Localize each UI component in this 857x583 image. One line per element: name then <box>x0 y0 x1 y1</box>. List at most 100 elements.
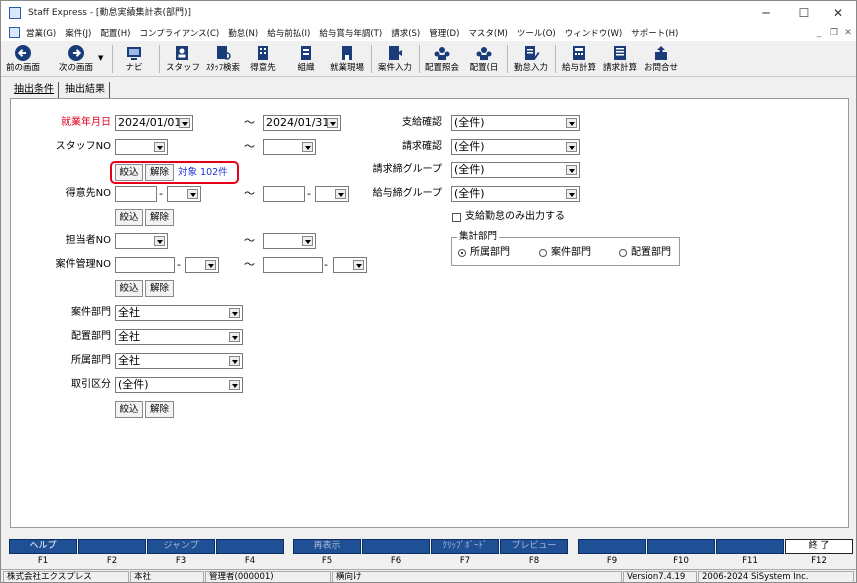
case-mgmt-no-from-sub-select[interactable] <box>185 257 219 273</box>
calendar-dropdown-icon[interactable] <box>327 118 338 128</box>
agg-case-radio[interactable] <box>539 249 547 257</box>
menu-advance-pay[interactable]: 給与前払(I) <box>267 27 310 39</box>
f1-help-button[interactable]: ヘルプ <box>9 539 77 554</box>
only-paid-checkbox[interactable] <box>452 213 461 222</box>
client-clear-button[interactable]: 解除 <box>145 209 174 226</box>
dropdown-icon[interactable] <box>566 142 577 152</box>
payroll-calc-button[interactable]: 給与計算 <box>559 43 599 76</box>
case-mgmt-no-to-input[interactable] <box>263 257 323 273</box>
f10-button[interactable] <box>647 539 715 554</box>
calendar-dropdown-icon[interactable] <box>179 118 190 128</box>
maximize-button[interactable]: ☐ <box>787 1 821 25</box>
case-mgmt-no-from-input[interactable] <box>115 257 175 273</box>
next-dropdown-icon[interactable]: ▼ <box>98 54 103 62</box>
dropdown-icon[interactable] <box>566 165 577 175</box>
staff-no-from-select[interactable] <box>115 139 168 155</box>
dropdown-icon[interactable] <box>229 332 240 342</box>
attendance-input-button[interactable]: 勤怠入力 <box>511 43 551 76</box>
f12-exit-button[interactable]: 終 了 <box>785 539 853 554</box>
menu-assign[interactable]: 配置(H) <box>100 27 130 39</box>
f3-jump-button[interactable]: ジャンプ <box>147 539 215 554</box>
minimize-button[interactable]: ─ <box>749 1 783 25</box>
agg-belong-radio[interactable] <box>458 249 466 257</box>
work-site-button[interactable]: 就業現場 <box>327 43 367 76</box>
staff-clear-button[interactable]: 解除 <box>145 164 174 181</box>
f7-clipboard-button[interactable]: ｸﾘｯﾌﾟﾎﾞｰﾄﾞ <box>431 539 499 554</box>
date-to-input[interactable]: 2024/01/31 <box>263 115 341 131</box>
menu-admin[interactable]: 管理(D) <box>429 27 459 39</box>
f4-button[interactable] <box>216 539 284 554</box>
case-input-button[interactable]: 案件入力 <box>375 43 415 76</box>
menu-window[interactable]: ウィンドウ(W) <box>565 27 623 39</box>
date-from-input[interactable]: 2024/01/01 <box>115 115 193 131</box>
client-no-from-sub-select[interactable] <box>167 186 201 202</box>
document-icon[interactable] <box>9 27 20 38</box>
menu-case[interactable]: 案件(J) <box>65 27 91 39</box>
f8-preview-button[interactable]: プレビュー <box>500 539 568 554</box>
menu-compliance[interactable]: コンプライアンス(C) <box>139 27 219 39</box>
menu-support[interactable]: サポート(H) <box>631 27 678 39</box>
trade-filter-button[interactable]: 絞込 <box>115 401 143 418</box>
dropdown-icon[interactable] <box>154 236 165 246</box>
staff-filter-button[interactable]: 絞込 <box>115 164 143 181</box>
staff-button[interactable]: スタッフ <box>166 43 200 76</box>
tab-results[interactable]: 抽出結果 <box>61 82 110 98</box>
dropdown-icon[interactable] <box>353 260 364 270</box>
pay-group-select[interactable]: (全件) <box>451 186 580 202</box>
manager-no-from-select[interactable] <box>115 233 168 249</box>
assign-day-button[interactable]: 配置(日 <box>466 43 502 76</box>
trade-clear-button[interactable]: 解除 <box>145 401 174 418</box>
assign-dept-select[interactable]: 全社 <box>115 329 243 345</box>
assign-ref-button[interactable]: 配置照会 <box>422 43 462 76</box>
dropdown-icon[interactable] <box>302 142 313 152</box>
dropdown-icon[interactable] <box>302 236 313 246</box>
menu-attendance[interactable]: 勤怠(N) <box>228 27 258 39</box>
tab-conditions[interactable]: 抽出条件 <box>10 82 59 98</box>
f5-refresh-button[interactable]: 再表示 <box>293 539 361 554</box>
dropdown-icon[interactable] <box>566 118 577 128</box>
dropdown-icon[interactable] <box>187 189 198 199</box>
dropdown-icon[interactable] <box>566 189 577 199</box>
client-no-to-input[interactable] <box>263 186 305 202</box>
menu-payroll[interactable]: 給与賞与年調(T) <box>319 27 382 39</box>
staff-search-button[interactable]: ｽﾀｯﾌ検索 <box>203 43 243 76</box>
f6-button[interactable] <box>362 539 430 554</box>
navi-button[interactable]: ナビ <box>121 43 147 76</box>
prev-screen-button[interactable]: 前の画面 <box>3 43 43 76</box>
menu-tools[interactable]: ツール(O) <box>517 27 556 39</box>
case-dept-select[interactable]: 全社 <box>115 305 243 321</box>
dropdown-icon[interactable] <box>229 308 240 318</box>
close-button[interactable]: ✕ <box>821 1 855 25</box>
case-filter-button[interactable]: 絞込 <box>115 280 143 297</box>
dropdown-icon[interactable] <box>229 380 240 390</box>
inquiry-button[interactable]: お問合せ <box>643 43 679 76</box>
mdi-close-icon[interactable]: ✕ <box>842 27 854 39</box>
f11-button[interactable] <box>716 539 784 554</box>
dropdown-icon[interactable] <box>229 356 240 366</box>
trade-type-select[interactable]: (全件) <box>115 377 243 393</box>
mdi-minimize-icon[interactable]: _ <box>813 27 825 39</box>
org-button[interactable]: 組織 <box>293 43 319 76</box>
bill-group-select[interactable]: (全件) <box>451 162 580 178</box>
billing-calc-button[interactable]: 請求計算 <box>600 43 640 76</box>
staff-no-to-select[interactable] <box>263 139 316 155</box>
dropdown-icon[interactable] <box>154 142 165 152</box>
dropdown-icon[interactable] <box>205 260 216 270</box>
pay-confirm-select[interactable]: (全件) <box>451 115 580 131</box>
client-no-from-input[interactable] <box>115 186 157 202</box>
client-button[interactable]: 得意先 <box>248 43 278 76</box>
mdi-restore-icon[interactable]: ❐ <box>828 27 840 39</box>
bill-confirm-select[interactable]: (全件) <box>451 139 580 155</box>
menu-sales[interactable]: 営業(G) <box>26 27 56 39</box>
menu-billing[interactable]: 請求(S) <box>391 27 420 39</box>
agg-assign-radio[interactable] <box>619 249 627 257</box>
case-clear-button[interactable]: 解除 <box>145 280 174 297</box>
case-mgmt-no-to-sub-select[interactable] <box>333 257 367 273</box>
f9-button[interactable] <box>578 539 646 554</box>
client-filter-button[interactable]: 絞込 <box>115 209 143 226</box>
next-screen-button[interactable]: 次の画面 <box>55 43 97 76</box>
menu-master[interactable]: マスタ(M) <box>468 27 507 39</box>
manager-no-to-select[interactable] <box>263 233 316 249</box>
f2-button[interactable] <box>78 539 146 554</box>
belong-dept-select[interactable]: 全社 <box>115 353 243 369</box>
